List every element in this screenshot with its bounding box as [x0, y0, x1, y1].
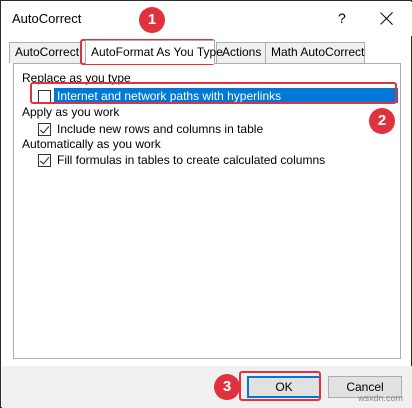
close-icon[interactable]	[376, 8, 398, 30]
title-bar: AutoCorrect ?	[2, 2, 412, 36]
step-marker-1: 1	[139, 7, 165, 33]
tab-content-panel: Replace as you type Internet and network…	[13, 63, 401, 359]
tab-autoformat-as-you-type[interactable]: AutoFormat As You Type	[85, 40, 223, 64]
checkbox-fill-formulas[interactable]	[38, 153, 51, 167]
dialog-title: AutoCorrect	[12, 11, 82, 26]
tab-actions[interactable]: Actions	[216, 42, 266, 63]
group-label-replace-as-you-type: Replace as you type	[22, 71, 131, 85]
option-fill-formulas-label: Fill formulas in tables to create calcul…	[57, 153, 326, 167]
group-label-automatically-as-you-work: Automatically as you work	[22, 137, 161, 151]
watermark-text: wsxdn.com	[358, 393, 404, 403]
step-marker-3: 3	[214, 374, 240, 400]
tab-math-autocorrect[interactable]: Math AutoCorrect	[265, 42, 365, 63]
option-internet-paths-label: Internet and network paths with hyperlin…	[57, 89, 282, 103]
checkbox-include-new-rows[interactable]	[38, 122, 51, 136]
group-label-apply-as-you-work: Apply as you work	[22, 105, 120, 119]
option-include-new-rows-label: Include new rows and columns in table	[57, 122, 264, 136]
ok-button[interactable]: OK	[247, 376, 321, 398]
checkbox-internet-paths[interactable]	[38, 89, 51, 103]
tab-autocorrect[interactable]: AutoCorrect	[9, 42, 81, 63]
option-internet-paths-hyperlinks[interactable]: Internet and network paths with hyperlin…	[38, 88, 281, 104]
autocorrect-dialog: AutoCorrect ? AutoCorrect AutoFormat As …	[0, 0, 412, 408]
step-marker-2: 2	[369, 108, 395, 134]
option-fill-formulas[interactable]: Fill formulas in tables to create calcul…	[38, 152, 325, 168]
help-button[interactable]: ?	[338, 10, 346, 26]
option-include-new-rows[interactable]: Include new rows and columns in table	[38, 121, 263, 137]
button-bar: OK Cancel	[2, 366, 412, 408]
